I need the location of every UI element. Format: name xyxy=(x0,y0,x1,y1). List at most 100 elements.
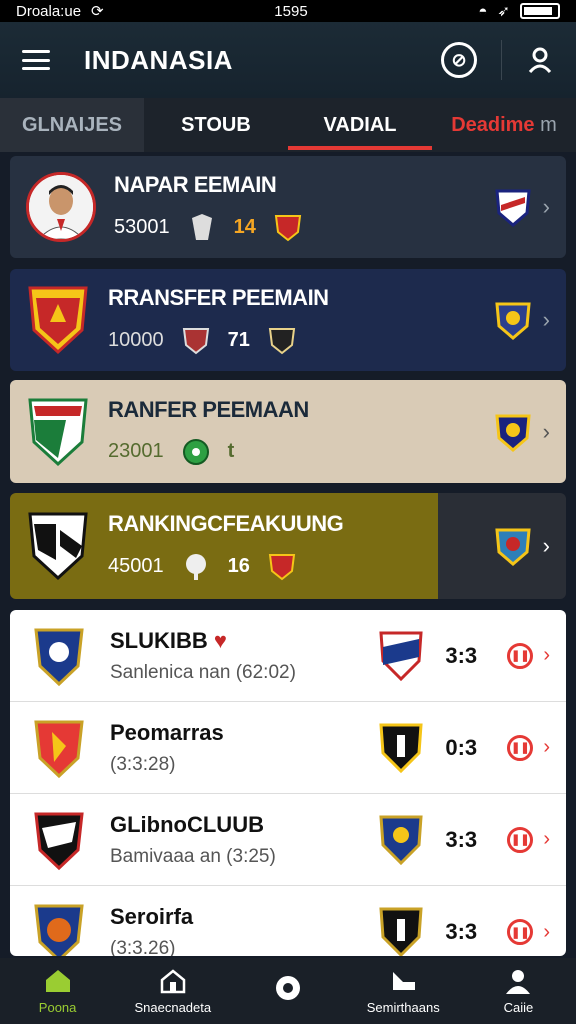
team-name: Seroirfa xyxy=(110,904,194,929)
team-crest-icon xyxy=(495,302,531,340)
match-detail: (3:3.26) xyxy=(110,938,176,956)
card-badge: 14 xyxy=(233,215,256,238)
match-detail: (3:3:28) xyxy=(110,753,176,775)
club-shield-icon xyxy=(28,398,88,466)
nav-label: Semirthaans xyxy=(366,999,440,1015)
nav-label: Caiie xyxy=(503,999,534,1015)
card-badge: 71 xyxy=(227,328,250,351)
nav-profile[interactable]: Caiie xyxy=(461,958,576,1024)
app-bar: INDANASIA ⊘ xyxy=(0,22,576,98)
status-bar: Droala:ue ⟳ 1595 ◓ ➶ xyxy=(0,0,576,22)
menu-icon[interactable] xyxy=(22,50,50,70)
tab-bar: GLNAIJES STOUB VADIAL Deadime m xyxy=(0,98,576,152)
club-shield-icon xyxy=(34,720,84,778)
card-badge: 16 xyxy=(227,554,250,577)
club-crest-icon xyxy=(182,328,209,355)
club-shield-icon xyxy=(34,628,84,686)
match-score: 0:3 xyxy=(445,734,478,760)
team-name: Peomarras xyxy=(110,719,224,745)
club-shield-icon xyxy=(34,812,84,870)
chevron-right-icon: › xyxy=(543,828,550,850)
chevron-right-icon: › xyxy=(543,736,550,758)
card-value: 10000 xyxy=(108,328,164,351)
signal-icon: ➶ xyxy=(497,3,510,20)
sync-icon: ⟳ xyxy=(91,3,104,20)
boot-icon xyxy=(393,971,416,990)
card-title: RANKINGCFEAKUUNG xyxy=(108,511,344,536)
card-title: NAPAR EEMAIN xyxy=(114,172,277,197)
live-icon[interactable]: ❚❚ xyxy=(507,826,534,853)
player-card[interactable]: NAPAR EEMAIN 53001 14 › xyxy=(10,156,566,258)
tab-glnaijes[interactable]: GLNAIJES xyxy=(0,98,144,152)
home-icon xyxy=(45,969,70,992)
match-row[interactable]: Seroirfa (3:3.26) 3:3 ❚❚ › xyxy=(10,886,566,956)
match-row[interactable]: Peomarras (3:3:28) 0:3 ❚❚ › xyxy=(10,702,566,794)
match-detail: Bamivaaa an (3:25) xyxy=(110,845,276,867)
club-crest-icon xyxy=(268,554,296,581)
club-shield-icon xyxy=(28,512,88,581)
team-crest-icon xyxy=(495,528,531,566)
opponent-crest-icon xyxy=(379,723,423,773)
card-value: 23001 xyxy=(108,440,164,462)
chevron-right-icon: › xyxy=(542,533,550,558)
player-avatar xyxy=(26,172,96,242)
card-badge: t xyxy=(227,440,235,462)
profile-icon xyxy=(506,969,531,994)
settings-icon[interactable]: ⊘ xyxy=(441,42,477,78)
nav-label: Snaecnadeta xyxy=(134,999,212,1015)
card-value: 45001 xyxy=(108,554,164,577)
tab-deadime[interactable]: Deadime m xyxy=(432,98,576,152)
house-outline-icon xyxy=(160,968,186,993)
club-shield-icon xyxy=(28,286,88,355)
club-crest-icon xyxy=(268,328,296,355)
divider xyxy=(501,40,502,80)
tab-stoub[interactable]: STOUB xyxy=(144,98,288,152)
match-score: 3:3 xyxy=(445,642,478,668)
card-value: 53001 xyxy=(114,215,170,238)
battery-icon xyxy=(519,3,560,19)
match-row[interactable]: SLUKIBB ♥ Sanlenica nan (62:02) 3:3 ❚❚ › xyxy=(10,610,566,702)
chevron-right-icon: › xyxy=(542,418,550,444)
tab-deadime-label: Deadime xyxy=(451,113,535,136)
tab-vadial[interactable]: VADIAL xyxy=(288,98,432,152)
card-title: RRANSFER PEEMAIN xyxy=(108,285,329,310)
nav-label: Poona xyxy=(38,999,77,1015)
transfer-card[interactable]: RRANSFER PEEMAIN 10000 71 › xyxy=(10,269,566,371)
live-icon[interactable]: ❚❚ xyxy=(507,642,534,669)
opponent-crest-icon xyxy=(379,815,423,865)
chevron-right-icon: › xyxy=(542,307,550,332)
tab-deadime-suffix: m xyxy=(540,113,557,136)
team-crest-icon xyxy=(495,189,531,227)
club-shield-icon xyxy=(34,904,84,956)
live-icon[interactable]: ❚❚ xyxy=(507,734,534,761)
match-detail: Sanlenica nan (62:02) xyxy=(110,661,296,683)
transfer-card[interactable]: RANFER PEEMAAN 23001 t › xyxy=(10,380,566,483)
nav-fourth[interactable]: Semirthaans xyxy=(346,958,461,1024)
nav-home[interactable]: Poona xyxy=(0,958,115,1024)
nav-third[interactable] xyxy=(230,958,345,1024)
chevron-right-icon: › xyxy=(542,194,550,219)
wifi-icon: ◓ xyxy=(478,2,488,20)
match-score: 3:3 xyxy=(445,919,478,944)
opponent-crest-icon xyxy=(379,907,423,956)
chevron-right-icon: › xyxy=(543,644,550,666)
match-score: 3:3 xyxy=(445,826,478,852)
ranking-card[interactable]: RANKINGCFEAKUUNG 45001 16 › xyxy=(10,493,566,599)
ball-icon xyxy=(276,976,300,1000)
team-crest-icon xyxy=(495,414,531,452)
live-icon[interactable]: ❚❚ xyxy=(507,919,534,945)
ball-icon xyxy=(182,438,209,465)
club-crest-icon xyxy=(274,215,302,242)
bottom-nav: Poona Snaecnadeta Semirthaans Caiie xyxy=(0,958,576,1024)
card-title: RANFER PEEMAAN xyxy=(108,396,309,422)
opponent-crest-icon xyxy=(379,631,423,681)
clock: 1595 xyxy=(274,2,308,20)
match-row[interactable]: GLibnoCLUUB Bamivaaa an (3:25) 3:3 ❚❚ › xyxy=(10,794,566,886)
ball-icon xyxy=(185,554,206,580)
team-name: SLUKIBB xyxy=(110,627,208,653)
team-name: GLibnoCLUUB xyxy=(110,811,264,837)
nav-second[interactable]: Snaecnadeta xyxy=(115,958,230,1024)
app-title: INDANASIA xyxy=(84,44,233,75)
profile-icon[interactable] xyxy=(526,46,554,74)
match-list: SLUKIBB ♥ Sanlenica nan (62:02) 3:3 ❚❚ ›… xyxy=(10,610,566,956)
